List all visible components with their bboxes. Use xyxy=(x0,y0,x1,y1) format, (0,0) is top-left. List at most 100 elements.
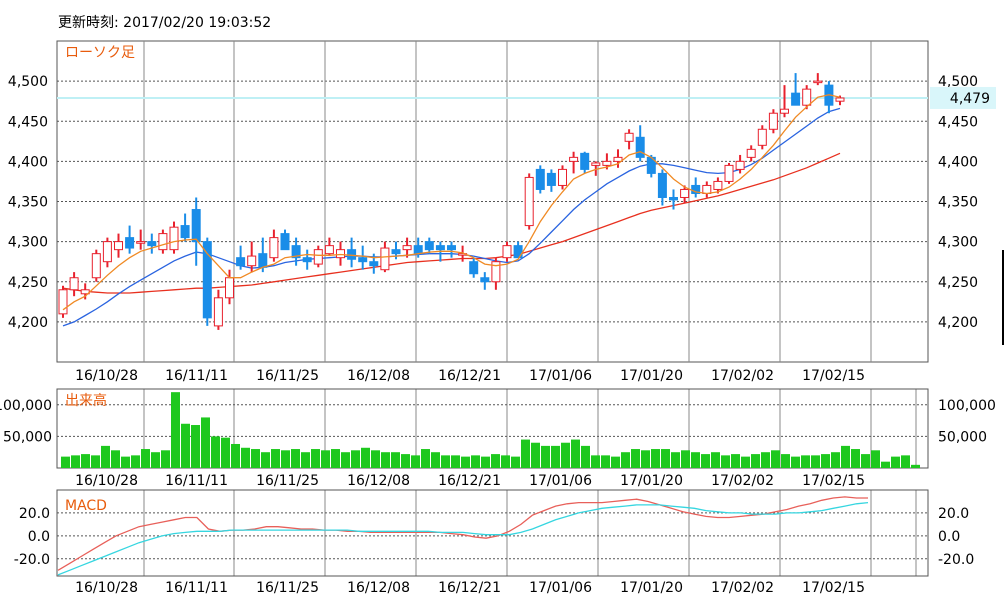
price-tick-right: 4,400 xyxy=(938,154,978,170)
candle-body xyxy=(69,277,79,291)
date-label: 16/12/08 xyxy=(347,473,410,489)
date-label: 16/11/11 xyxy=(165,368,228,384)
volume-bar xyxy=(861,454,870,468)
volume-tick-right: 100,000 xyxy=(938,398,996,414)
volume-bar xyxy=(461,456,470,468)
volume-bar xyxy=(251,449,260,468)
volume-bar xyxy=(891,456,900,468)
candle-body xyxy=(558,168,567,186)
volume-bar xyxy=(511,456,520,468)
volume-bar xyxy=(771,450,780,468)
volume-tick-right: 50,000 xyxy=(938,429,987,445)
volume-bar xyxy=(471,455,480,468)
volume-bar xyxy=(561,442,570,468)
last-price-label: 4,479 xyxy=(950,91,990,107)
candle-body xyxy=(147,241,157,247)
volume-bar xyxy=(311,449,320,468)
date-label: 16/12/08 xyxy=(347,580,410,596)
price-panel-title: ローソク足 xyxy=(65,45,135,61)
volume-bar xyxy=(871,450,880,468)
volume-bar xyxy=(321,450,330,468)
candle-body xyxy=(657,172,667,198)
candle-body xyxy=(380,247,390,271)
volume-bar xyxy=(261,452,270,468)
volume-bar xyxy=(621,452,630,468)
volume-bar xyxy=(171,392,180,468)
date-label: 17/01/06 xyxy=(529,580,592,596)
volume-bar xyxy=(901,455,910,468)
candle-body xyxy=(746,148,756,158)
candle-body xyxy=(191,209,201,243)
volume-bar xyxy=(161,450,170,468)
candle-body xyxy=(258,253,268,268)
macd-tick-right: 20.0 xyxy=(938,506,969,522)
volume-bar xyxy=(131,455,140,468)
price-tick-left: 4,400 xyxy=(8,154,48,170)
candle-body xyxy=(369,261,379,267)
candle-body xyxy=(802,88,812,106)
date-label: 16/11/25 xyxy=(256,473,319,489)
macd-tick-left: 20.0 xyxy=(19,506,50,522)
date-label: 16/10/28 xyxy=(75,580,138,596)
volume-bar xyxy=(781,454,790,468)
candle-body xyxy=(502,245,512,259)
candle-body xyxy=(91,253,101,279)
date-label: 16/10/28 xyxy=(75,368,138,384)
stock-chart: 4,200 4,200 4,250 4,250 4,300 4,300 4,350 4,350… xyxy=(0,40,1004,596)
date-label: 17/01/20 xyxy=(620,580,683,596)
candle-body xyxy=(213,297,223,327)
candle-body xyxy=(180,225,190,239)
candle-body xyxy=(580,152,590,170)
date-label: 16/12/21 xyxy=(438,473,501,489)
candle-body xyxy=(635,136,645,158)
candle-body xyxy=(402,245,412,251)
volume-panel-title: 出来高 xyxy=(65,392,107,409)
volume-bar xyxy=(521,439,530,468)
date-label: 17/02/02 xyxy=(711,368,774,384)
volume-bar xyxy=(301,452,310,468)
candle-body xyxy=(480,277,490,283)
volume-bar xyxy=(391,452,400,468)
volume-bar xyxy=(201,417,210,468)
volume-bar xyxy=(541,445,550,468)
volume-bar xyxy=(831,452,840,468)
volume-bar xyxy=(81,454,90,468)
volume-bar xyxy=(911,464,920,468)
volume-bar xyxy=(191,425,200,468)
volume-bar xyxy=(421,449,430,468)
date-label: 16/11/11 xyxy=(165,580,228,596)
candle-body xyxy=(169,226,179,251)
volume-bar xyxy=(491,454,500,468)
volume-bar xyxy=(351,450,360,468)
volume-bar xyxy=(221,437,230,468)
volume-bar xyxy=(881,461,890,468)
candle-body xyxy=(324,245,334,255)
volume-bar xyxy=(141,449,150,468)
candle-body xyxy=(680,188,690,198)
candle-body xyxy=(358,257,368,263)
volume-bar xyxy=(241,447,250,468)
candle-body xyxy=(591,162,601,166)
candle-body xyxy=(302,257,312,263)
volume-bar xyxy=(111,450,120,468)
date-label: 16/12/08 xyxy=(347,368,410,384)
volume-bar xyxy=(551,445,560,468)
candle-body xyxy=(569,156,579,162)
candle-body xyxy=(702,184,712,194)
date-label: 17/02/15 xyxy=(802,473,865,489)
date-label: 16/10/28 xyxy=(75,473,138,489)
price-tick-right: 4,250 xyxy=(938,275,978,291)
volume-bar xyxy=(101,445,110,468)
volume-bar xyxy=(571,439,580,468)
candle-body xyxy=(713,180,723,190)
volume-bar xyxy=(531,442,540,468)
volume-tick-left: 50,000 xyxy=(3,429,52,445)
macd-tick-right: -20.0 xyxy=(938,552,974,568)
volume-bar xyxy=(761,452,770,468)
volume-bar xyxy=(641,450,650,468)
candle-body xyxy=(58,289,68,315)
candle-body xyxy=(413,245,423,255)
date-label: 17/02/15 xyxy=(802,368,865,384)
price-tick-right: 4,450 xyxy=(938,114,978,130)
volume-bar xyxy=(231,443,240,468)
